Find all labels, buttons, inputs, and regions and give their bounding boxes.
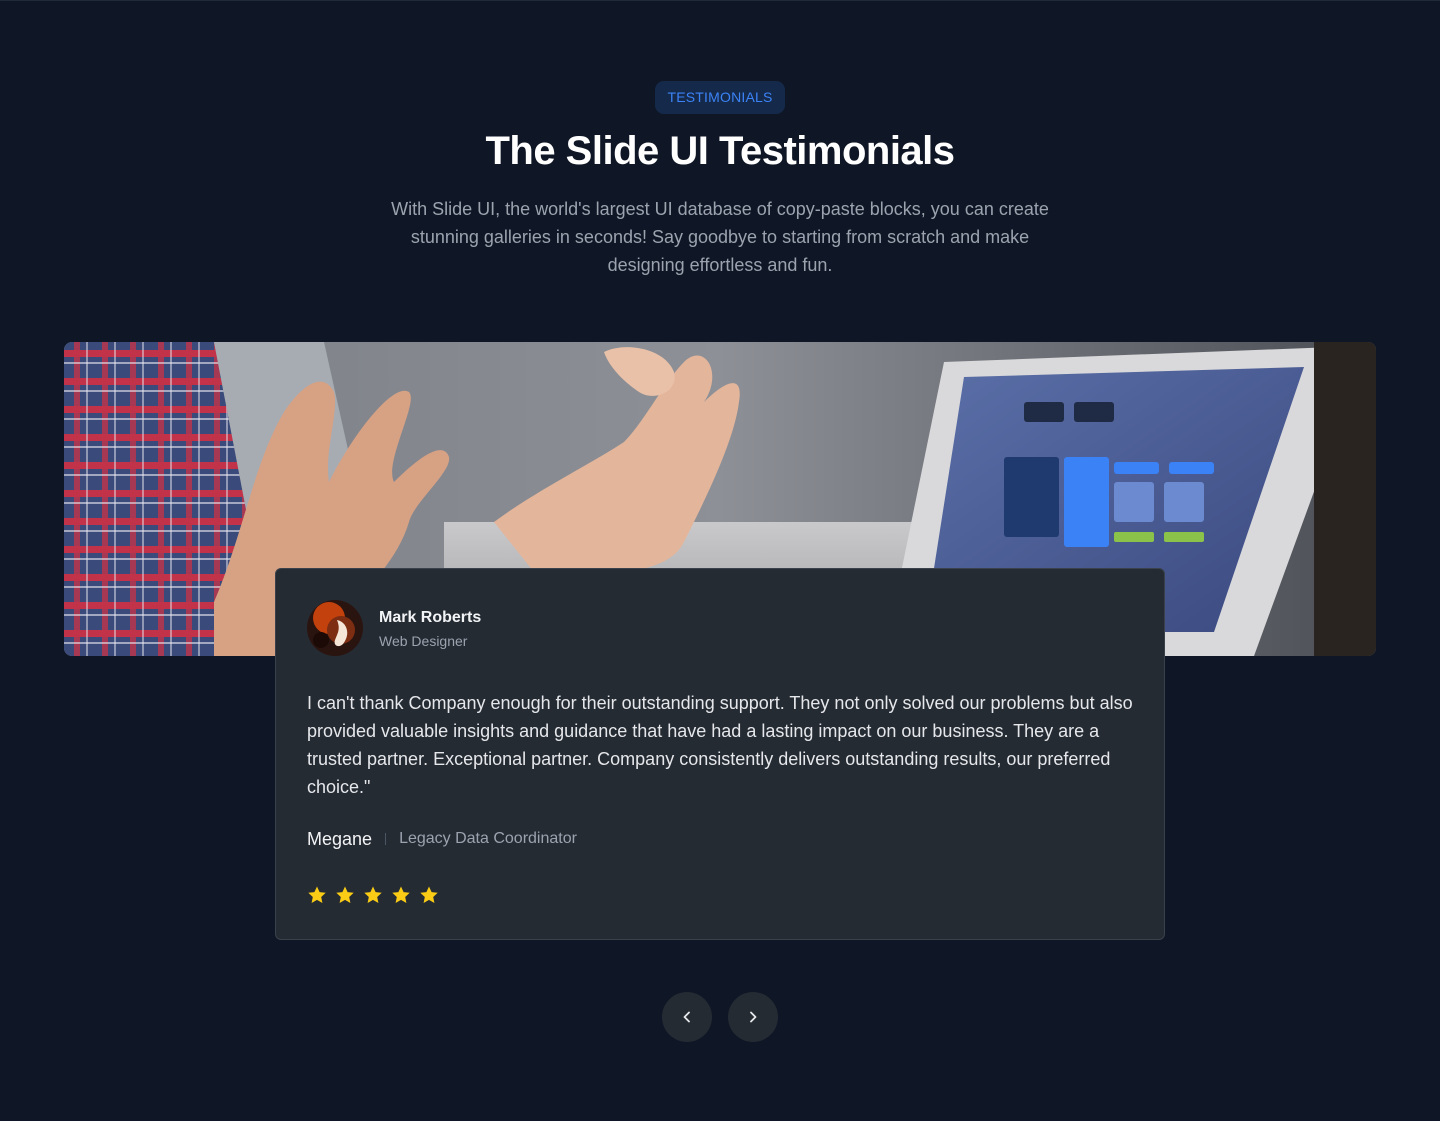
previous-slide-button[interactable] (662, 992, 712, 1042)
chevron-right-icon (750, 1011, 757, 1023)
star-icon (420, 886, 438, 903)
section-title: The Slide UI Testimonials (485, 129, 955, 173)
reviewer-info: Megane Legacy Data Coordinator (307, 827, 577, 851)
star-icon (392, 886, 410, 903)
author-role: Web Designer (379, 633, 468, 649)
section-badge: TESTIMONIALS (655, 81, 785, 114)
testimonials-section: TESTIMONIALS The Slide UI Testimonials W… (0, 0, 1440, 1121)
reviewer-title: Legacy Data Coordinator (399, 830, 577, 847)
testimonial-card: Mark Roberts Web Designer I can't thank … (275, 568, 1165, 940)
star-rating (307, 885, 439, 905)
chevron-left-icon (683, 1011, 690, 1023)
star-icon (336, 886, 354, 903)
section-subtitle: With Slide UI, the world's largest UI da… (391, 199, 1049, 275)
author-name: Mark Roberts (379, 609, 482, 626)
reviewer-name: Megane (307, 828, 373, 849)
star-icon (364, 886, 382, 903)
testimonial-quote: I can't thank Company enough for their o… (307, 693, 1133, 797)
avatar (307, 600, 363, 656)
divider (385, 833, 387, 845)
star-icon (308, 886, 326, 903)
next-slide-button[interactable] (728, 992, 778, 1042)
